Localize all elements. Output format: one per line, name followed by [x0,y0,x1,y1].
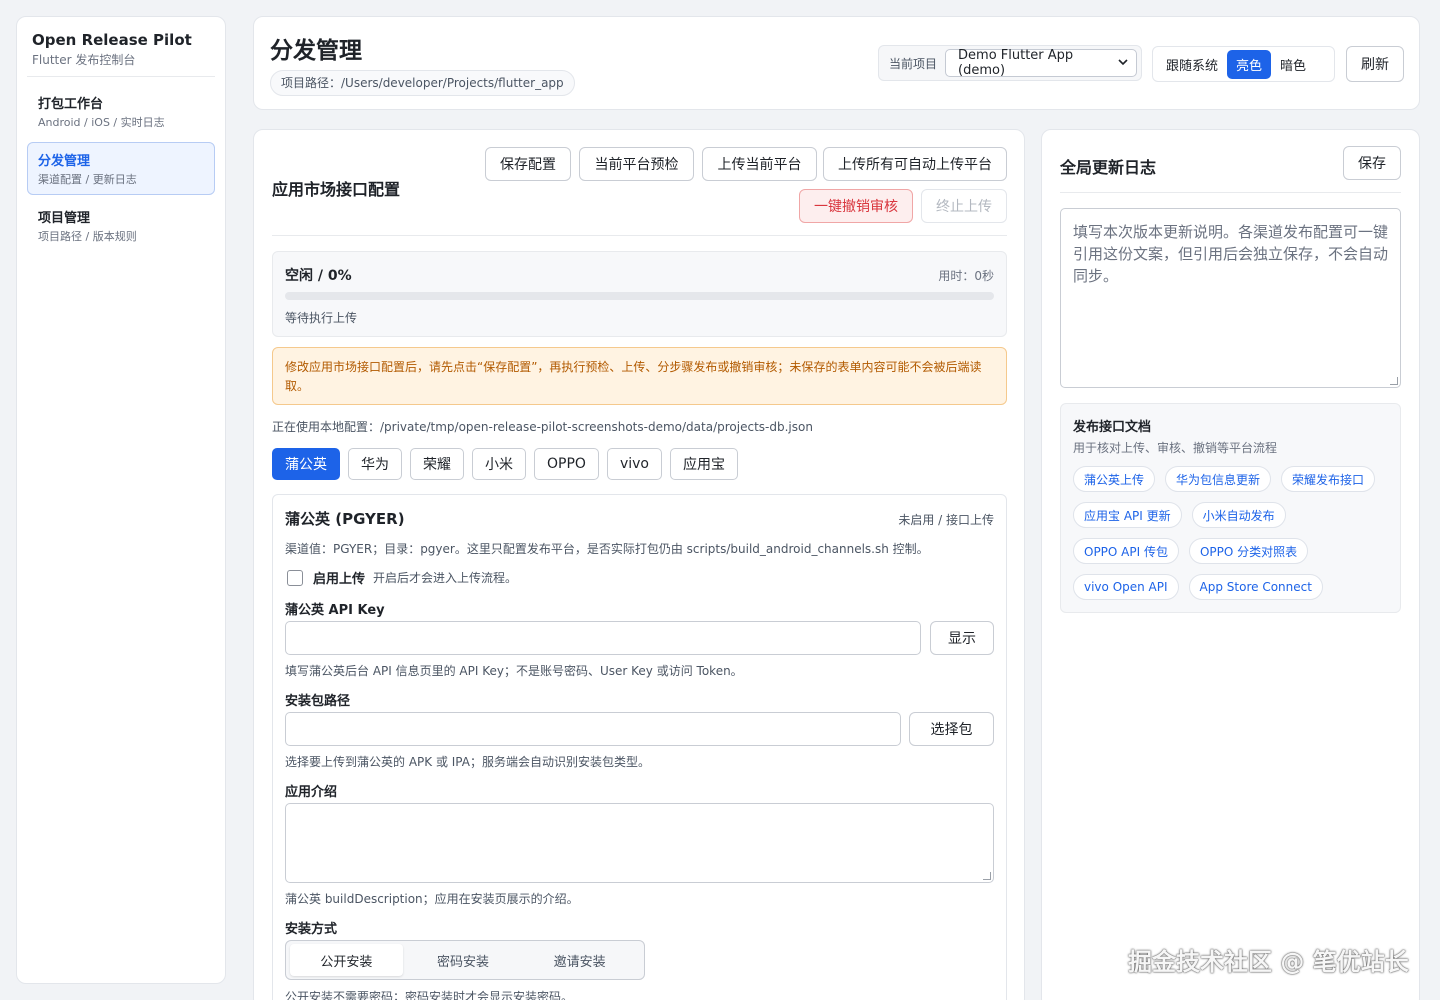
doc-link-oppo-category[interactable]: OPPO 分类对照表 [1188,538,1309,564]
upload-current-button[interactable]: 上传当前平台 [702,147,817,181]
doc-link-oppo-upload[interactable]: OPPO API 传包 [1073,538,1179,564]
divider [1060,192,1401,193]
sidebar-item-distribution[interactable]: 分发管理 渠道配置 / 更新日志 [27,142,215,195]
enable-upload-label: 启用上传 [313,572,366,587]
show-key-button[interactable]: 显示 [930,621,994,655]
changelog-panel: 全局更新日志 保存 填写本次版本更新说明。各渠道发布配置可一键引用这份文案，但引… [1041,129,1420,1000]
divider [272,235,1007,236]
app-description-hint: 蒲公英 buildDescription；应用在安装页展示的介绍。 [285,892,579,906]
install-type-segmented: 公开安装 密码安装 邀请安装 [285,940,645,980]
sidebar-item-projects[interactable]: 项目管理 项目路径 / 版本规则 [27,199,215,252]
changelog-title: 全局更新日志 [1060,158,1157,177]
sidebar-item-subtitle: 项目路径 / 版本规则 [38,230,137,243]
watermark: 掘金技术社区 @ 笔优站长 [1128,948,1409,976]
api-key-label: 蒲公英 API Key [285,603,385,618]
install-password-option[interactable]: 密码安装 [407,944,520,976]
tab-oppo[interactable]: OPPO [534,448,599,480]
choose-package-button[interactable]: 选择包 [909,712,994,746]
enable-upload-hint: 开启后才会进入上传流程。 [373,571,518,585]
resize-handle-icon[interactable] [1390,377,1398,385]
theme-toggle: 跟随系统 亮色 暗色 [1152,46,1335,82]
tab-xiaomi[interactable]: 小米 [472,448,526,480]
brand: Open Release Pilot Flutter 发布控制台 [27,27,215,77]
brand-title: Open Release Pilot [32,31,192,49]
doc-link-xiaomi[interactable]: 小米自动发布 [1191,502,1286,528]
tab-huawei[interactable]: 华为 [348,448,402,480]
install-invite-option[interactable]: 邀请安装 [523,944,636,976]
install-type-label: 安装方式 [285,922,338,937]
sidebar-item-subtitle: 渠道配置 / 更新日志 [38,173,137,186]
package-path-input[interactable] [285,712,901,746]
revoke-review-button[interactable]: 一键撤销审核 [799,189,913,223]
project-label: 当前项目 [889,56,938,71]
app-description-textarea[interactable] [285,803,994,883]
project-select-value: Demo Flutter App (demo) [958,48,1074,78]
channel-tabs: 蒲公英 华为 荣耀 小米 OPPO vivo 应用宝 [272,448,738,480]
project-select[interactable]: Demo Flutter App (demo) [945,48,1138,78]
channel-title: 蒲公英 (PGYER) [285,510,405,528]
api-key-input[interactable] [285,621,921,655]
channel-description: 渠道值：PGYER；目录：pgyer。这里只配置发布平台，是否实际打包仍由 sc… [285,542,929,556]
sidebar-item-title: 打包工作台 [38,97,104,112]
progress-time: 用时：0秒 [938,269,994,283]
doc-link-yingyongbao[interactable]: 应用宝 API 更新 [1073,502,1182,528]
progress-bar [285,292,994,300]
brand-subtitle: Flutter 发布控制台 [32,53,136,67]
changelog-textarea[interactable]: 填写本次版本更新说明。各渠道发布配置可一键引用这份文案，但引用后会独立保存，不会… [1060,208,1401,388]
app-description-label: 应用介绍 [285,785,338,800]
doc-link-huawei[interactable]: 华为包信息更新 [1165,466,1272,492]
theme-light-button[interactable]: 亮色 [1227,49,1272,79]
install-public-option[interactable]: 公开安装 [290,944,403,976]
sidebar-item-subtitle: Android / iOS / 实时日志 [38,116,165,129]
tab-pgyer[interactable]: 蒲公英 [272,448,340,480]
doc-link-honor[interactable]: 荣耀发布接口 [1281,466,1376,492]
save-warning: 修改应用市场接口配置后，请先点击“保存配置”，再执行预检、上传、分步骤发布或撤销… [272,347,1007,405]
local-config-path: 正在使用本地配置：/private/tmp/open-release-pilot… [272,420,813,434]
save-changelog-button[interactable]: 保存 [1343,146,1401,180]
docs-title: 发布接口文档 [1073,420,1152,435]
tab-vivo[interactable]: vivo [606,448,662,480]
page-header: 分发管理 项目路径：/Users/developer/Projects/flut… [253,16,1420,110]
precheck-button[interactable]: 当前平台预检 [579,147,694,181]
docs-links: 蒲公英上传 华为包信息更新 荣耀发布接口 应用宝 API 更新 小米自动发布 O… [1073,466,1388,600]
tab-yingyongbao[interactable]: 应用宝 [669,448,738,480]
doc-link-pgyer[interactable]: 蒲公英上传 [1073,466,1156,492]
project-path: 项目路径：/Users/developer/Projects/flutter_a… [270,70,575,96]
channel-status: 未启用 / 接口上传 [898,513,994,527]
chevron-down-icon [1118,56,1128,71]
sidebar: Open Release Pilot Flutter 发布控制台 打包工作台 A… [16,16,226,984]
sidebar-item-title: 分发管理 [38,154,91,169]
refresh-button[interactable]: 刷新 [1346,46,1404,82]
api-docs-box: 发布接口文档 用于核对上传、审核、撤销等平台流程 蒲公英上传 华为包信息更新 荣… [1060,403,1401,613]
market-config-panel: 应用市场接口配置 保存配置 当前平台预检 上传当前平台 上传所有可自动上传平台 … [253,129,1025,1000]
progress-status: 空闲 / 0% [285,268,352,284]
resize-handle-icon[interactable] [983,872,991,880]
sidebar-item-title: 项目管理 [38,211,91,226]
install-type-hint: 公开安装不需要密码；密码安装时才会显示安装密码。 [285,990,574,1000]
save-config-button[interactable]: 保存配置 [485,147,571,181]
package-path-label: 安装包路径 [285,694,351,709]
doc-link-app-store[interactable]: App Store Connect [1188,574,1323,600]
docs-subtitle: 用于核对上传、审核、撤销等平台流程 [1073,441,1278,455]
doc-link-vivo[interactable]: vivo Open API [1073,574,1179,600]
theme-dark-button[interactable]: 暗色 [1271,50,1315,79]
channel-config-card: 蒲公英 (PGYER) 未启用 / 接口上传 渠道值：PGYER；目录：pgye… [272,494,1007,1000]
package-path-hint: 选择要上传到蒲公英的 APK 或 IPA；服务端会自动识别安装包类型。 [285,755,650,769]
theme-system-button[interactable]: 跟随系统 [1157,50,1227,79]
changelog-placeholder: 填写本次版本更新说明。各渠道发布配置可一键引用这份文案，但引用后会独立保存，不会… [1073,223,1389,285]
project-selector: 当前项目 Demo Flutter App (demo) [878,45,1143,81]
upload-progress: 空闲 / 0% 用时：0秒 等待执行上传 [272,251,1007,337]
sidebar-item-build[interactable]: 打包工作台 Android / iOS / 实时日志 [27,85,215,138]
tab-honor[interactable]: 荣耀 [410,448,464,480]
stop-upload-button[interactable]: 终止上传 [921,189,1007,223]
section-title: 应用市场接口配置 [272,180,401,199]
api-key-hint: 填写蒲公英后台 API 信息页里的 API Key；不是账号密码、User Ke… [285,664,743,678]
page-title: 分发管理 [270,38,362,64]
enable-upload-row: 启用上传 开启后才会进入上传流程。 [287,568,517,587]
enable-upload-checkbox[interactable] [287,569,303,586]
progress-message: 等待执行上传 [285,311,358,325]
upload-all-button[interactable]: 上传所有可自动上传平台 [823,147,1007,181]
